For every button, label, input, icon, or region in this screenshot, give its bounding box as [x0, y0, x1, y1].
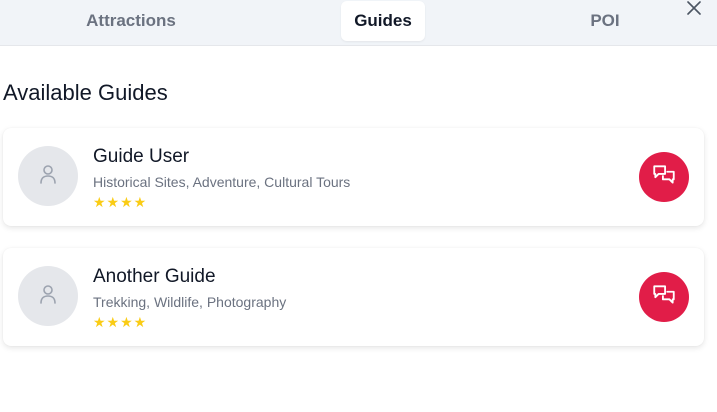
guide-card: Guide User Historical Sites, Adventure, … [3, 128, 704, 226]
tab-bar: Attractions Guides POI [0, 0, 717, 46]
avatar [18, 146, 78, 206]
guide-specialties: Trekking, Wildlife, Photography [93, 294, 287, 310]
guide-specialties: Historical Sites, Adventure, Cultural To… [93, 174, 351, 190]
user-icon [36, 162, 60, 191]
chat-bubbles-icon [651, 162, 677, 193]
chat-button[interactable] [639, 272, 689, 322]
chat-bubbles-icon [651, 282, 677, 313]
rating-stars: ★★★★ [93, 314, 148, 330]
tab-attractions[interactable]: Attractions [60, 1, 202, 41]
tab-guides[interactable]: Guides [341, 1, 425, 41]
avatar [18, 266, 78, 326]
rating-stars: ★★★★ [93, 194, 148, 210]
guide-card: Another Guide Trekking, Wildlife, Photog… [3, 248, 704, 346]
guide-name: Another Guide [93, 266, 216, 287]
close-icon[interactable] [684, 0, 704, 18]
section-title: Available Guides [3, 80, 168, 105]
guide-name: Guide User [93, 146, 190, 167]
user-icon [36, 282, 60, 311]
tab-poi[interactable]: POI [570, 1, 640, 41]
chat-button[interactable] [639, 152, 689, 202]
